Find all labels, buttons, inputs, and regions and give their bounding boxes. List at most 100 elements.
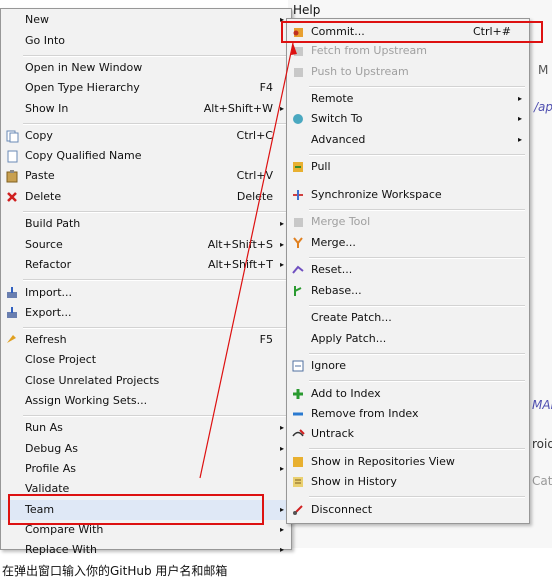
menu-separator — [23, 55, 287, 57]
team-menu-item-remote[interactable]: Remote ▸ — [287, 89, 529, 109]
context-menu-item-label: Assign Working Sets... — [25, 394, 148, 407]
team-menu-item-label: Untrack — [311, 427, 355, 440]
team-menu-item-show-in-history[interactable]: Show in History — [287, 472, 529, 492]
submenu-arrow-icon: ▸ — [279, 505, 284, 514]
team-menu-item-label: Synchronize Workspace — [311, 188, 442, 201]
context-menu-item-source[interactable]: Source Alt+Shift+S ▸ — [1, 235, 291, 255]
add-icon — [293, 389, 303, 399]
push-icon — [294, 68, 303, 77]
bg-text-cat: Cat — [532, 474, 552, 488]
menu-separator — [309, 496, 525, 498]
context-menu-item-close-unrelated-projects[interactable]: Close Unrelated Projects — [1, 371, 291, 391]
context-menu-item-build-path[interactable]: Build Path ▸ — [1, 214, 291, 234]
submenu-arrow-icon: ▸ — [279, 423, 284, 432]
context-menu-item-show-in[interactable]: Show In Alt+Shift+W ▸ — [1, 99, 291, 119]
menu-separator — [309, 448, 525, 450]
menu-separator — [309, 257, 525, 259]
team-menu-item-create-patch[interactable]: Create Patch... — [287, 308, 529, 328]
context-menu-item-label: Source — [25, 238, 63, 251]
remove-icon — [293, 412, 303, 416]
context-menu-item-refresh[interactable]: Refresh F5 — [1, 330, 291, 350]
context-menu-item-copy-qualified-name[interactable]: Copy Qualified Name — [1, 146, 291, 166]
context-menu-item-label: Close Project — [25, 353, 97, 366]
submenu-arrow-icon: ▸ — [279, 219, 284, 228]
team-menu-item-remove-from-index[interactable]: Remove from Index — [287, 404, 529, 424]
team-menu-item-fetch-from-upstream[interactable]: Fetch from Upstream — [287, 41, 529, 61]
team-menu-item-merge-tool[interactable]: Merge Tool — [287, 212, 529, 232]
context-menu-item-label: Close Unrelated Projects — [25, 374, 160, 387]
team-menu-item-reset[interactable]: Reset... — [287, 260, 529, 280]
team-menu-item-synchronize-workspace[interactable]: Synchronize Workspace — [287, 185, 529, 205]
team-menu-item-pull[interactable]: Pull — [287, 157, 529, 177]
context-menu-item-label: Run As — [25, 421, 63, 434]
submenu-arrow-icon: ▸ — [279, 104, 284, 113]
context-menu-item-new[interactable]: New ▸ — [1, 10, 291, 30]
history-icon — [293, 477, 303, 487]
team-menu-item-label: Advanced — [311, 133, 366, 146]
context-menu-item-open-in-new-window[interactable]: Open in New Window — [1, 58, 291, 78]
team-menu-item-advanced[interactable]: Advanced ▸ — [287, 130, 529, 150]
context-menu-item-label: Delete — [25, 190, 62, 203]
context-menu-item-shortcut: Ctrl+C — [236, 129, 273, 142]
context-menu-item-close-project[interactable]: Close Project — [1, 350, 291, 370]
menu-separator — [23, 211, 287, 213]
menu-separator — [309, 353, 525, 355]
caption-text: 在弹出窗口输入你的GitHub 用户名和邮箱 — [2, 564, 228, 578]
menubar-help[interactable]: Help — [293, 3, 320, 17]
context-menu-item-debug-as[interactable]: Debug As ▸ — [1, 439, 291, 459]
team-menu-item-label: Switch To — [311, 112, 363, 125]
team-menu-item-switch-to[interactable]: Switch To ▸ — [287, 109, 529, 129]
team-menu-item-label: Reset... — [311, 263, 353, 276]
team-menu-item-label: Fetch from Upstream — [311, 44, 427, 57]
context-menu-item-replace-with[interactable]: Replace With ▸ — [1, 540, 291, 560]
context-menu-item-open-type-hierarchy[interactable]: Open Type Hierarchy F4 — [1, 78, 291, 98]
team-menu-item-merge[interactable]: Merge... — [287, 233, 529, 253]
context-menu-item-shortcut: Alt+Shift+S — [207, 238, 273, 251]
fetch-icon — [294, 47, 303, 56]
context-menu-item-shortcut: Delete — [236, 190, 273, 203]
context-menu-item-run-as[interactable]: Run As ▸ — [1, 418, 291, 438]
context-menu-item-shortcut: Ctrl+V — [236, 169, 273, 182]
team-menu-item-show-in-repositories-view[interactable]: Show in Repositories View — [287, 452, 529, 472]
team-menu-item-label: Pull — [311, 160, 331, 173]
submenu-arrow-icon: ▸ — [279, 464, 284, 473]
sync-icon — [293, 190, 303, 200]
refresh-icon — [7, 335, 16, 343]
submenu-arrow-icon: ▸ — [517, 135, 522, 144]
team-menu-item-apply-patch[interactable]: Apply Patch... — [287, 329, 529, 349]
del-icon — [7, 192, 17, 202]
context-menu-item-label: Replace With — [25, 543, 97, 556]
team-menu-item-disconnect[interactable]: Disconnect — [287, 500, 529, 520]
context-menu-item-go-into[interactable]: Go Into — [1, 31, 291, 51]
context-menu-item-shortcut: F5 — [259, 333, 273, 346]
context-menu-item-label: Debug As — [25, 442, 78, 455]
context-menu-item-delete[interactable]: Delete Delete — [1, 187, 291, 207]
team-menu-item-untrack[interactable]: Untrack — [287, 424, 529, 444]
context-menu-item-copy[interactable]: Copy Ctrl+C — [1, 126, 291, 146]
team-menu-item-push-to-upstream[interactable]: Push to Upstream — [287, 62, 529, 82]
context-menu-item-label: Copy — [25, 129, 53, 142]
context-menu-item-label: Refactor — [25, 258, 72, 271]
team-menu-item-add-to-index[interactable]: Add to Index — [287, 384, 529, 404]
menu-separator — [309, 209, 525, 211]
submenu-arrow-icon: ▸ — [279, 444, 284, 453]
team-menu-item-label: Rebase... — [311, 284, 362, 297]
team-menu-item-ignore[interactable]: Ignore — [287, 356, 529, 376]
team-menu-item-label: Add to Index — [311, 387, 381, 400]
context-menu-item-profile-as[interactable]: Profile As ▸ — [1, 459, 291, 479]
imp-icon — [7, 287, 17, 298]
rebase-icon — [294, 286, 302, 296]
context-menu: New ▸ Go Into Open in New Window Open Type H… — [0, 8, 292, 556]
context-menu-item-export[interactable]: Export... — [1, 303, 291, 323]
context-menu-item-paste[interactable]: Paste Ctrl+V — [1, 166, 291, 186]
menu-separator — [309, 86, 525, 88]
team-menu-item-rebase[interactable]: Rebase... — [287, 281, 529, 301]
context-menu-item-assign-working-sets[interactable]: Assign Working Sets... — [1, 391, 291, 411]
team-menu-item-label: Apply Patch... — [311, 332, 387, 345]
context-menu-item-label: Show In — [25, 102, 69, 115]
context-menu-item-label: Profile As — [25, 462, 76, 475]
bg-text-roid: roid — [532, 437, 552, 451]
context-menu-item-import[interactable]: Import... — [1, 283, 291, 303]
context-menu-item-shortcut: F4 — [259, 81, 273, 94]
context-menu-item-refactor[interactable]: Refactor Alt+Shift+T ▸ — [1, 255, 291, 275]
